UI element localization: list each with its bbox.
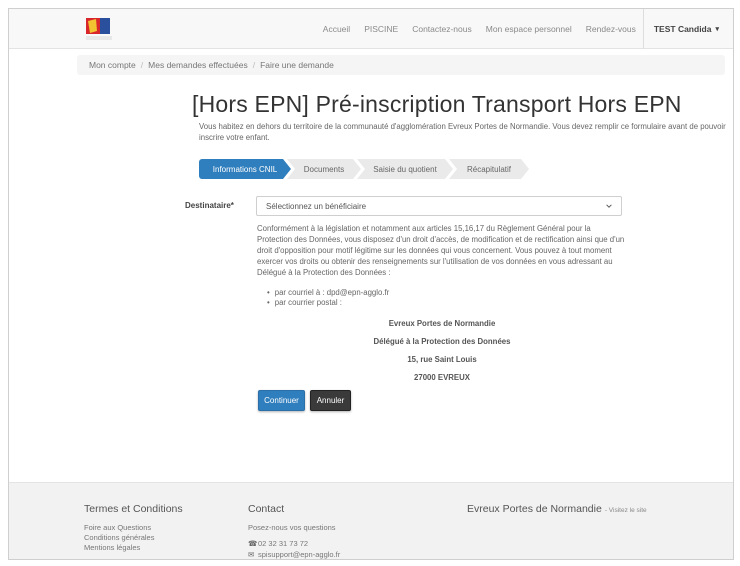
continue-button[interactable]: Continuer [258, 390, 305, 411]
address-line: Délégué à la Protection des Données [373, 337, 511, 346]
footer-contact-questions[interactable]: Posez-nous vos questions [248, 523, 336, 533]
breadcrumb-current: Faire une demande [260, 60, 334, 70]
step-documents: Documents [287, 159, 361, 179]
user-menu[interactable]: TEST Candida ▾ [642, 9, 733, 49]
postal-address: Evreux Portes de Normandie Délégué à la … [257, 315, 627, 387]
cnil-text: Conformément à la législation et notamme… [257, 224, 625, 277]
nav-links: Accueil PISCINE Contactez-nous Mon espac… [316, 9, 733, 49]
cancel-button[interactable]: Annuler [310, 390, 351, 411]
footer-phone: ☎02 32 31 73 72 [248, 539, 308, 549]
caret-down-icon: ▾ [715, 26, 719, 33]
destinataire-value: Sélectionnez un bénéficiaire [266, 201, 367, 211]
email-address: spisupport@epn-agglo.fr [258, 550, 341, 559]
contact-methods-list: par courriel à : dpd@epn-agglo.fr par co… [267, 288, 390, 308]
epn-logo[interactable] [84, 15, 124, 45]
footer-contact-title: Contact [248, 503, 285, 515]
breadcrumb-separator: / [140, 60, 144, 70]
breadcrumb-mon-compte[interactable]: Mon compte [89, 60, 136, 70]
progress-steps: Informations CNIL Documents Saisie du qu… [199, 159, 525, 179]
browser-viewport: Accueil PISCINE Contactez-nous Mon espac… [8, 8, 734, 560]
step-informations-cnil: Informations CNIL [199, 159, 291, 179]
nav-rendez-vous[interactable]: Rendez-vous [579, 24, 643, 34]
top-navbar: Accueil PISCINE Contactez-nous Mon espac… [9, 9, 733, 49]
footer-email[interactable]: ✉ spisupport@epn-agglo.fr [248, 550, 341, 559]
visit-site-link[interactable]: - Visitez le site [605, 507, 647, 514]
chevron-down-icon [606, 204, 612, 208]
footer-brand: Evreux Portes de Normandie - Visitez le s… [467, 503, 647, 515]
breadcrumb-separator: / [252, 60, 256, 70]
nav-piscine[interactable]: PISCINE [357, 24, 405, 34]
nav-accueil[interactable]: Accueil [316, 24, 357, 34]
envelope-icon: ✉ [248, 550, 255, 559]
footer-link-mentions[interactable]: Mentions légales [84, 543, 140, 553]
destinataire-select[interactable]: Sélectionnez un bénéficiaire [256, 196, 622, 216]
nav-espace-personnel[interactable]: Mon espace personnel [479, 24, 579, 34]
step-recapitulatif: Récapitulatif [449, 159, 529, 179]
intro-text: Vous habitez en dehors du territoire de … [199, 122, 726, 142]
bullet-email: par courriel à : dpd@epn-agglo.fr [267, 288, 390, 298]
footer-brand-name: Evreux Portes de Normandie [467, 503, 602, 515]
user-name: TEST Candida [653, 24, 712, 34]
step-saisie-quotient: Saisie du quotient [357, 159, 453, 179]
footer-terms-title: Termes et Conditions [84, 503, 183, 515]
nav-contact[interactable]: Contactez-nous [405, 24, 479, 34]
bullet-postal: par courrier postal : [267, 298, 389, 308]
breadcrumb: Mon compte / Mes demandes effectuées / F… [77, 55, 725, 75]
footer: Termes et Conditions Foire aux Questions… [9, 482, 733, 559]
address-line: Evreux Portes de Normandie [388, 319, 496, 328]
phone-number: 02 32 31 73 72 [258, 539, 309, 548]
phone-icon: ☎ [248, 539, 258, 548]
footer-link-faq[interactable]: Foire aux Questions [84, 523, 151, 533]
footer-link-cgu[interactable]: Conditions générales [84, 533, 154, 543]
breadcrumb-demandes[interactable]: Mes demandes effectuées [148, 60, 248, 70]
destinataire-label: Destinataire* [185, 201, 234, 210]
address-line: 27000 EVREUX [414, 373, 470, 382]
address-line: 15, rue Saint Louis [407, 355, 477, 364]
page-title: [Hors EPN] Pré-inscription Transport Hor… [192, 91, 682, 117]
